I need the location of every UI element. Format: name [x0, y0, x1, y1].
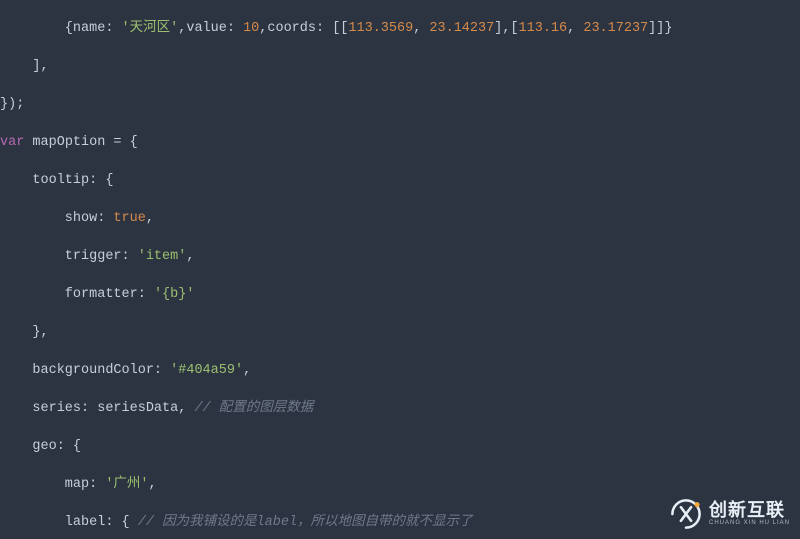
code-line: geo: {: [0, 437, 800, 456]
code-line: var mapOption = {: [0, 133, 800, 152]
code-line: trigger: 'item',: [0, 247, 800, 266]
code-line: show: true,: [0, 209, 800, 228]
brand-subtitle: CHUANG XIN HU LIAN: [709, 519, 790, 527]
code-line: },: [0, 323, 800, 342]
brand-logo-icon: [669, 497, 703, 531]
code-line: map: '广州',: [0, 475, 800, 494]
code-line: });: [0, 95, 800, 114]
brand-watermark: 创新互联 CHUANG XIN HU LIAN: [669, 497, 790, 531]
code-line: ],: [0, 57, 800, 76]
code-line: backgroundColor: '#404a59',: [0, 361, 800, 380]
code-line: formatter: '{b}': [0, 285, 800, 304]
code-editor-viewport[interactable]: {name: '天河区',value: 10,coords: [[113.356…: [0, 0, 800, 539]
code-line: {name: '天河区',value: 10,coords: [[113.356…: [0, 19, 800, 38]
code-line: series: seriesData, // 配置的图层数据: [0, 399, 800, 418]
code-line: tooltip: {: [0, 171, 800, 190]
brand-name: 创新互联: [709, 501, 790, 519]
